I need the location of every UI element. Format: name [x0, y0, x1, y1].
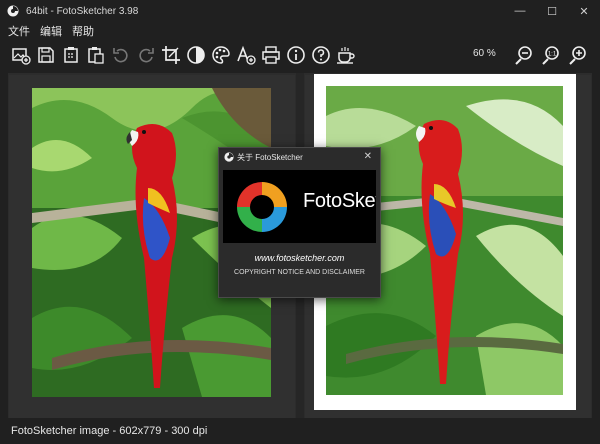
contrast-icon [187, 46, 205, 64]
title-bar: 64bit - FotoSketcher 3.98 — ☐ ✕ [0, 0, 600, 22]
paste-icon [88, 47, 104, 64]
coffee-button[interactable] [334, 43, 358, 67]
help-button[interactable] [309, 43, 333, 67]
logo-banner: FotoSketcher [223, 170, 376, 243]
add-text-icon [237, 45, 256, 65]
paste-button[interactable] [84, 43, 108, 67]
save-button[interactable] [34, 43, 58, 67]
save-icon [38, 47, 54, 63]
menu-file[interactable]: 文件 [8, 23, 30, 39]
window-title: 64bit - FotoSketcher 3.98 [26, 5, 139, 17]
status-text: FotoSketcher image - 602x779 - 300 dpi [11, 425, 208, 437]
copyright-link[interactable]: COPYRIGHT NOTICE AND DISCLAIMER [219, 269, 380, 276]
zoom-in-button[interactable] [566, 43, 590, 67]
info-icon [287, 46, 305, 64]
app-icon [6, 4, 20, 18]
zoom-out-icon [515, 46, 532, 65]
copy-button[interactable] [59, 43, 83, 67]
minimize-button[interactable]: — [504, 0, 536, 22]
zoom-level: 60 % [473, 48, 496, 59]
maximize-button[interactable]: ☐ [536, 0, 568, 22]
menu-bar: 文件 编辑 帮助 [0, 22, 600, 40]
open-image-icon [12, 48, 31, 65]
crop-button[interactable] [159, 43, 183, 67]
contrast-button[interactable] [184, 43, 208, 67]
info-button[interactable] [284, 43, 308, 67]
redo-button[interactable] [134, 43, 158, 67]
website-link[interactable]: www.fotosketcher.com [219, 253, 380, 263]
zoom-in-icon [569, 46, 586, 65]
dialog-title-bar: 关于 FotoSketcher ✕ [219, 148, 380, 166]
menu-help[interactable]: 帮助 [72, 23, 94, 39]
zoom-actual-size-icon: 1:1 [542, 46, 559, 65]
status-bar: FotoSketcher image - 602x779 - 300 dpi [0, 418, 600, 444]
fotosketcher-logo-icon [237, 181, 287, 232]
coffee-icon [337, 47, 355, 64]
print-button[interactable] [259, 43, 283, 67]
palette-icon [212, 46, 230, 64]
dialog-title: 关于 FotoSketcher [237, 152, 303, 162]
app-icon [224, 152, 234, 162]
palette-button[interactable] [209, 43, 233, 67]
add-text-button[interactable] [234, 43, 258, 67]
crop-icon [162, 46, 180, 64]
help-icon [312, 46, 330, 64]
print-icon [262, 46, 280, 64]
zoom-out-button[interactable] [512, 43, 536, 67]
logo-wordmark: FotoSketcher [303, 190, 376, 212]
svg-text:1:1: 1:1 [548, 52, 557, 58]
about-dialog: 关于 FotoSketcher ✕ FotoSketcher www.fotos… [218, 147, 381, 298]
undo-button[interactable] [109, 43, 133, 67]
copy-icon [64, 47, 78, 63]
dialog-close-button[interactable]: ✕ [364, 151, 372, 162]
undo-icon [113, 48, 128, 63]
zoom-actual-size-button[interactable]: 1:1 [539, 43, 563, 67]
menu-edit[interactable]: 编辑 [40, 23, 62, 39]
toolbar: 60 % 1:1 [0, 40, 600, 70]
redo-icon [139, 48, 154, 63]
close-window-button[interactable]: ✕ [568, 0, 600, 22]
open-image-button[interactable] [9, 43, 33, 67]
